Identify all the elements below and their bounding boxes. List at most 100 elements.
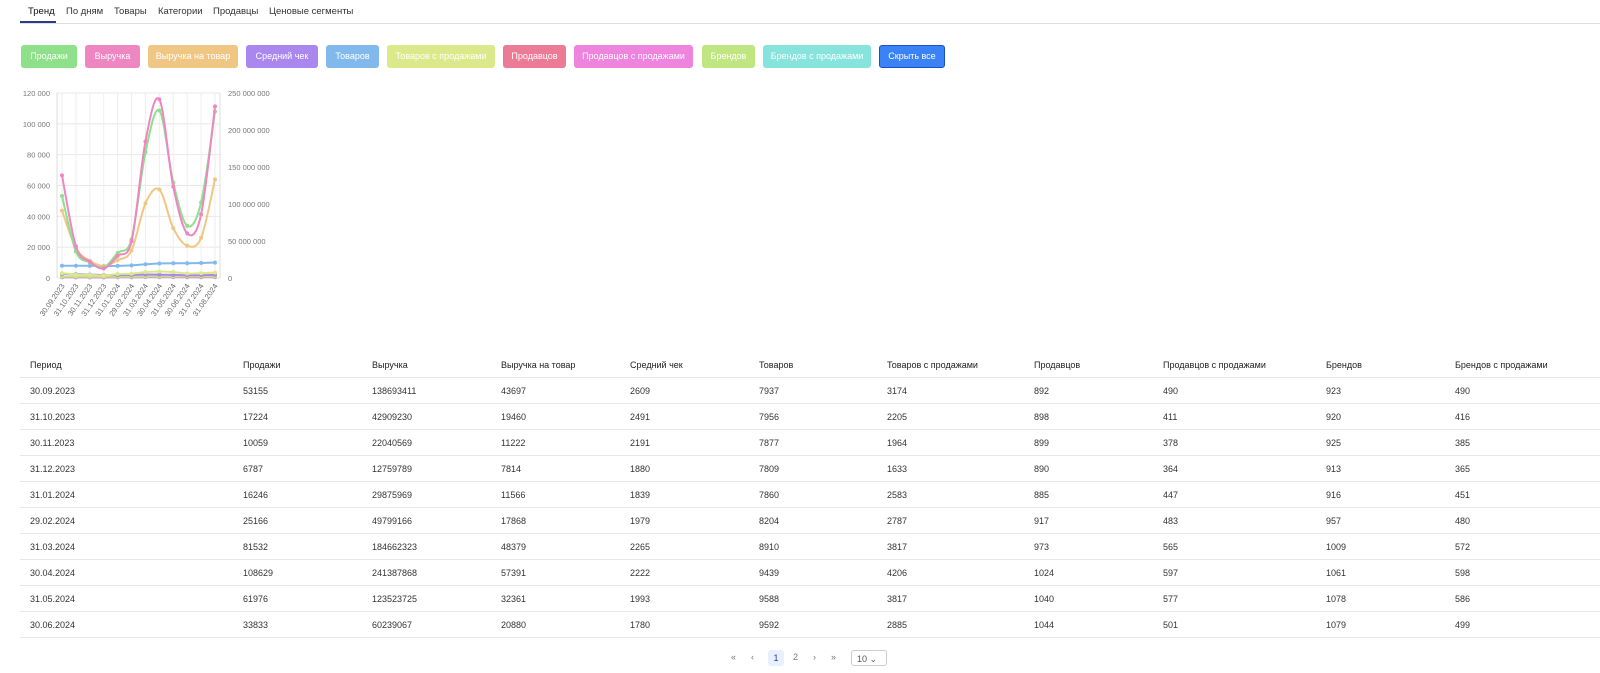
toggle-revenue-per-product-button[interactable]: Выручка на товар: [148, 45, 238, 68]
column-header[interactable]: Период: [30, 360, 62, 370]
table-cell: 923: [1326, 386, 1342, 396]
page-size-select[interactable]: 10 ⌄: [851, 650, 887, 666]
table-cell: 30.06.2024: [30, 620, 76, 630]
left-axis-tick-label: 0: [46, 274, 50, 283]
table-cell: 3174: [887, 386, 908, 396]
toggle-sellers-with-sales-button[interactable]: Продавцов с продажами: [574, 45, 693, 68]
table-cell: 53155: [243, 386, 269, 396]
table-cell: 6787: [243, 464, 264, 474]
column-header[interactable]: Товаров с продажами: [887, 360, 978, 370]
table-cell: 7809: [759, 464, 780, 474]
data-point: [213, 270, 217, 275]
tab-price-segments[interactable]: Ценовые сегменты: [269, 6, 353, 17]
data-point: [213, 177, 217, 182]
table-cell: 899: [1034, 438, 1050, 448]
tab-trend[interactable]: Тренд: [28, 6, 55, 17]
table-cell: 2885: [887, 620, 908, 630]
table-cell: 31.12.2023: [30, 464, 76, 474]
data-point: [199, 212, 204, 217]
table-cell: 29875969: [372, 490, 413, 500]
table-cell: 3817: [887, 542, 908, 552]
table-cell: 890: [1034, 464, 1050, 474]
data-point: [60, 271, 64, 276]
table-row: 30.04.2024 108629 241387868 57391 2222 9439 42…: [20, 560, 1600, 586]
data-point: [157, 108, 162, 113]
table-row: 31.05.2024 61976 123523725 32361 1993 9588 381…: [20, 586, 1600, 612]
table-cell: 1993: [630, 594, 651, 604]
column-header[interactable]: Выручка на товар: [501, 360, 575, 370]
data-point: [157, 269, 162, 274]
table-row: 30.09.2023 53155 138693411 43697 2609 7937 317…: [20, 378, 1600, 404]
toggle-products-button[interactable]: Товаров: [326, 45, 379, 68]
table-cell: 10059: [243, 438, 269, 448]
column-header[interactable]: Товаров: [759, 360, 793, 370]
last-page-button[interactable]: »: [831, 652, 836, 662]
table-cell: 2491: [630, 412, 651, 422]
toggle-revenue-button[interactable]: Выручка: [85, 45, 140, 68]
table-cell: 957: [1326, 516, 1342, 526]
next-page-button[interactable]: ›: [813, 652, 816, 662]
column-header[interactable]: Брендов: [1326, 360, 1362, 370]
tab-by-days[interactable]: По дням: [66, 6, 103, 17]
tab-categories[interactable]: Категории: [158, 6, 203, 17]
data-point: [129, 239, 134, 244]
table-cell: 416: [1455, 412, 1471, 422]
data-point: [60, 173, 64, 178]
column-header[interactable]: Выручка: [372, 360, 408, 370]
right-axis-tick-label: 150 000 000: [228, 163, 270, 172]
table-header-row: Период Продажи Выручка Выручка на товар Сред…: [20, 352, 1600, 378]
table-cell: 490: [1455, 386, 1471, 396]
data-point: [73, 263, 78, 268]
trend-chart: 0 20 000 40 000 60 000 80 000 100 000 120 000 0…: [23, 89, 270, 318]
page-1-button[interactable]: 1: [768, 650, 784, 666]
table-cell: 1024: [1034, 568, 1055, 578]
table-cell: 925: [1326, 438, 1342, 448]
toggle-brands-button[interactable]: Брендов: [702, 45, 755, 68]
column-header[interactable]: Средний чек: [630, 360, 683, 370]
table-cell: 108629: [243, 568, 274, 578]
right-axis-tick-label: 0: [228, 274, 232, 283]
data-point: [143, 270, 148, 275]
table-cell: 16246: [243, 490, 269, 500]
table-row: 30.11.2023 10059 22040569 11222 2191 7877 1964…: [20, 430, 1600, 456]
table-cell: 501: [1163, 620, 1179, 630]
data-point: [60, 263, 64, 268]
hide-all-button[interactable]: Скрыть все: [879, 45, 945, 68]
column-header[interactable]: Продажи: [243, 360, 281, 370]
column-header[interactable]: Брендов с продажами: [1455, 360, 1548, 370]
prev-page-button[interactable]: ‹: [751, 652, 754, 662]
table-cell: 490: [1163, 386, 1179, 396]
data-point: [185, 243, 190, 248]
tab-sellers[interactable]: Продавцы: [213, 6, 258, 17]
page-2-button[interactable]: 2: [793, 652, 798, 662]
table-row: 29.02.2024 25166 49799166 17868 1979 8204 2787…: [20, 508, 1600, 534]
table-cell: 31.01.2024: [30, 490, 76, 500]
tab-products[interactable]: Товары: [114, 6, 147, 17]
column-header[interactable]: Продавцов с продажами: [1163, 360, 1266, 370]
data-point: [129, 248, 134, 253]
data-point: [87, 272, 92, 277]
first-page-button[interactable]: «: [731, 652, 736, 662]
table-cell: 1061: [1326, 568, 1347, 578]
table-cell: 572: [1455, 542, 1471, 552]
data-point: [129, 263, 134, 268]
toggle-sales-button[interactable]: Продажи: [21, 45, 77, 68]
table-cell: 1633: [887, 464, 908, 474]
toggle-sellers-button[interactable]: Продавцов: [503, 45, 566, 68]
data-point: [171, 184, 176, 189]
table-cell: 184662323: [372, 542, 418, 552]
table-cell: 4206: [887, 568, 908, 578]
table-cell: 913: [1326, 464, 1342, 474]
table-cell: 7937: [759, 386, 780, 396]
table-cell: 565: [1163, 542, 1179, 552]
toggle-brands-with-sales-button[interactable]: Брендов с продажами: [763, 45, 871, 68]
left-axis-tick-label: 120 000: [23, 89, 50, 98]
toggle-products-with-sales-button[interactable]: Товаров с продажами: [387, 45, 495, 68]
data-point: [129, 271, 134, 276]
toggle-avg-check-button[interactable]: Средний чек: [246, 45, 318, 68]
data-point: [157, 97, 162, 102]
table-cell: 3817: [887, 594, 908, 604]
table-cell: 1880: [630, 464, 651, 474]
column-header[interactable]: Продавцов: [1034, 360, 1080, 370]
table-cell: 2787: [887, 516, 908, 526]
